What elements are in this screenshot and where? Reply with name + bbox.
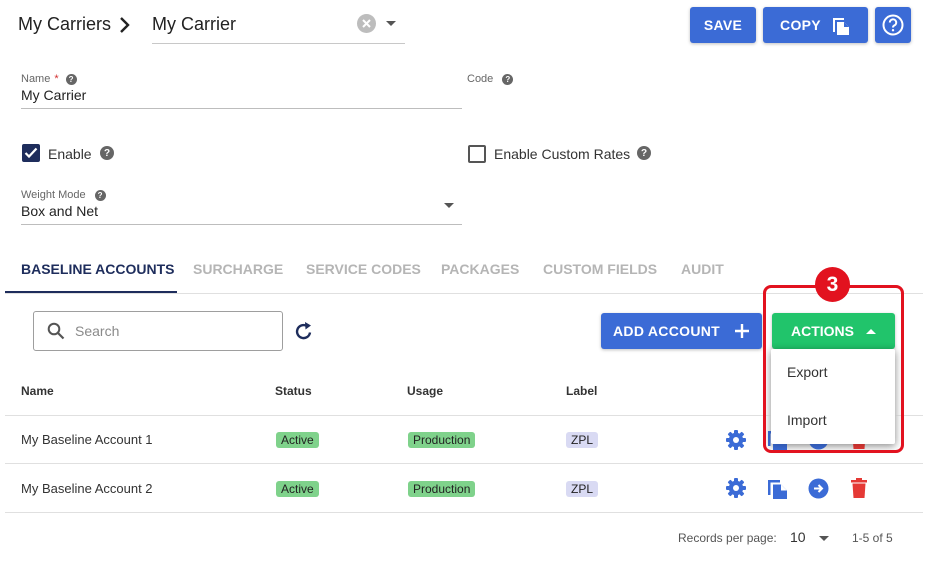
enable-checkbox[interactable]	[22, 144, 40, 162]
code-field[interactable]	[467, 87, 907, 107]
copy-button-label: COPY	[780, 17, 821, 33]
weight-mode-label-text: Weight Mode	[21, 189, 86, 201]
search-icon	[47, 322, 65, 340]
weight-mode-underline	[21, 224, 462, 225]
chevron-down-icon[interactable]	[819, 536, 829, 541]
search-placeholder: Search	[75, 323, 120, 339]
enable-label: Enable	[48, 146, 92, 162]
table-row-name: My Baseline Account 2	[21, 481, 153, 496]
label-badge: ZPL	[566, 432, 599, 448]
per-page-select[interactable]: 10	[790, 529, 806, 545]
help-icon[interactable]: ?	[65, 73, 77, 85]
copy-icon	[831, 14, 851, 36]
carrier-select[interactable]: My Carrier	[152, 10, 405, 44]
help-button[interactable]	[875, 7, 911, 43]
tab-service-codes[interactable]: SERVICE CODES	[306, 261, 421, 277]
row-divider	[5, 512, 923, 513]
chevron-down-icon[interactable]	[444, 203, 454, 208]
clear-icon[interactable]	[357, 14, 376, 33]
help-icon[interactable]: ?	[637, 146, 651, 160]
chevron-down-icon[interactable]	[386, 21, 396, 26]
records-per-page-label: Records per page:	[678, 531, 777, 545]
name-label-text: Name	[21, 73, 51, 85]
tab-packages[interactable]: PACKAGES	[441, 261, 519, 277]
settings-icon[interactable]	[725, 477, 747, 499]
row-divider	[5, 463, 923, 464]
name-field[interactable]: My Carrier	[21, 87, 86, 103]
name-field-underline	[21, 108, 462, 109]
status-badge: Active	[276, 432, 319, 448]
name-label: Name * ?	[21, 73, 77, 85]
tab-custom-fields[interactable]: CUSTOM FIELDS	[543, 261, 657, 277]
tab-baseline-accounts[interactable]: BASELINE ACCOUNTS	[21, 261, 175, 277]
usage-badge: Production	[408, 432, 476, 448]
custom-rates-label: Enable Custom Rates	[494, 146, 631, 162]
search-input[interactable]: Search	[33, 311, 283, 351]
column-header-label[interactable]: Label	[566, 384, 597, 398]
code-label: Code ?	[467, 73, 514, 85]
breadcrumb-my-carriers[interactable]: My Carriers	[18, 14, 111, 35]
label-badge: ZPL	[566, 481, 599, 497]
help-icon[interactable]: ?	[502, 73, 514, 85]
weight-mode-label: Weight Mode ?	[21, 189, 106, 201]
settings-icon[interactable]	[725, 429, 747, 451]
column-header-name[interactable]: Name	[21, 384, 54, 398]
plus-icon	[734, 323, 750, 339]
step-badge: 3	[815, 267, 850, 302]
column-header-usage[interactable]: Usage	[407, 384, 443, 398]
copy-button[interactable]: COPY	[763, 7, 868, 43]
delete-icon[interactable]	[851, 478, 867, 498]
carrier-select-value: My Carrier	[152, 14, 236, 34]
open-arrow-icon[interactable]	[808, 478, 829, 499]
breadcrumb-chevron-icon	[118, 15, 132, 35]
column-header-status[interactable]: Status	[275, 384, 312, 398]
status-badge: Active	[276, 481, 319, 497]
code-label-text: Code	[467, 73, 494, 85]
active-tab-indicator	[5, 291, 177, 293]
table-row-name: My Baseline Account 1	[21, 432, 153, 447]
add-account-button[interactable]: ADD ACCOUNT	[601, 313, 762, 349]
help-icon[interactable]: ?	[100, 146, 114, 160]
tab-surcharge[interactable]: SURCHARGE	[193, 261, 283, 277]
page-range: 1-5 of 5	[852, 531, 893, 545]
help-icon	[882, 14, 904, 36]
required-marker: *	[54, 73, 59, 85]
help-icon[interactable]: ?	[94, 189, 106, 201]
copy-icon[interactable]	[767, 477, 789, 500]
add-account-label: ADD ACCOUNT	[613, 323, 720, 339]
usage-badge: Production	[408, 481, 476, 497]
refresh-icon[interactable]	[295, 321, 313, 341]
weight-mode-select[interactable]: Box and Net	[21, 203, 98, 219]
save-button[interactable]: SAVE	[690, 7, 756, 43]
step-highlight-frame	[763, 285, 904, 453]
custom-rates-checkbox[interactable]	[468, 145, 486, 163]
tab-audit[interactable]: AUDIT	[681, 261, 724, 277]
